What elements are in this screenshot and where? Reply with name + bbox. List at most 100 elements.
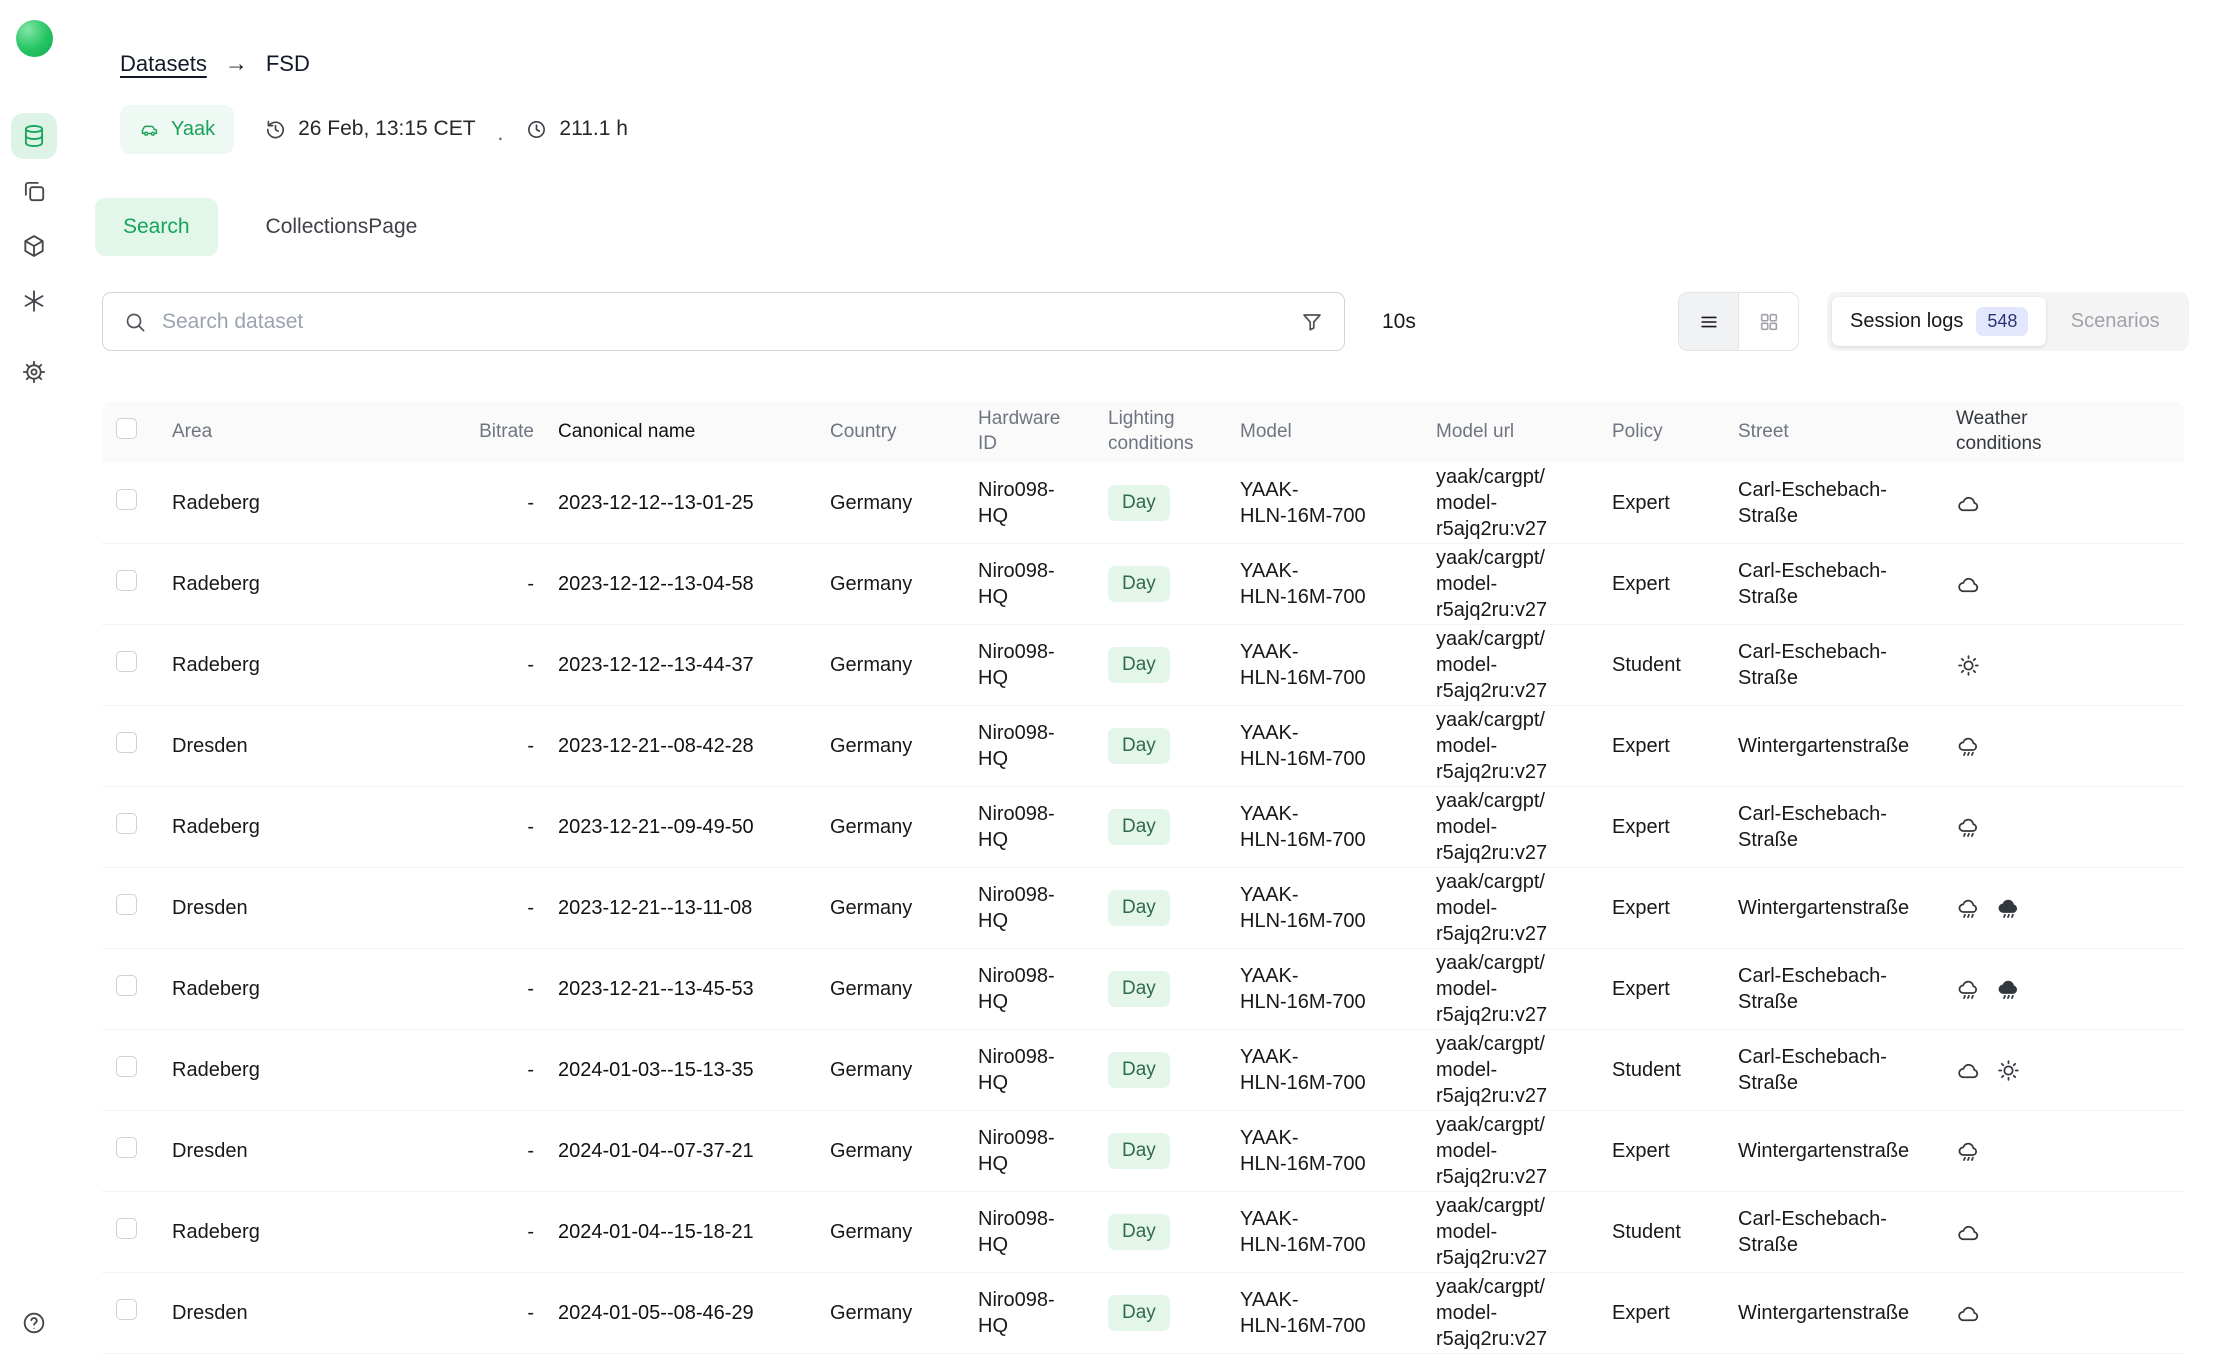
cell-hardware-id: Niro098- HQ [978,720,1108,772]
column-header-country[interactable]: Country [830,420,978,445]
cell-country: Germany [830,571,978,597]
breadcrumb-datasets-link[interactable]: Datasets [120,51,207,77]
cell-area: Dresden [172,895,454,921]
table-row[interactable]: Dresden - 2023-12-21--08-42-28 Germany N… [102,706,2184,787]
cell-model-url: yaak/cargpt/ model- r5ajq2ru:v27 [1436,545,1612,623]
sidebar-item-settings[interactable] [11,349,57,395]
table-row[interactable]: Radeberg - 2024-01-04--15-18-21 Germany … [102,1192,2184,1273]
list-view-button[interactable] [1679,293,1738,350]
cell-model-url: yaak/cargpt/ model- r5ajq2ru:v27 [1436,950,1612,1028]
row-checkbox[interactable] [116,570,137,591]
cell-lighting-conditions: Day [1108,1295,1240,1332]
cell-street: Wintergartenstraße [1738,895,1956,921]
session-logs-toggle[interactable]: Session logs 548 [1832,297,2046,346]
cell-street: Carl-Eschebach- Straße [1738,558,1956,610]
table-row[interactable]: Radeberg - 2023-12-21--09-49-50 Germany … [102,787,2184,868]
table-row[interactable]: Radeberg - 2023-12-21--13-45-53 Germany … [102,949,2184,1030]
database-icon [21,123,47,149]
cell-model: YAAK- HLN-16M-700 [1240,1044,1436,1096]
column-header-hardware[interactable]: Hardware ID [978,407,1108,456]
cell-bitrate: - [454,490,558,516]
cell-hardware-id: Niro098- HQ [978,1206,1108,1258]
column-header-lighting[interactable]: Lighting conditions [1108,407,1240,456]
row-checkbox[interactable] [116,489,137,510]
row-checkbox[interactable] [116,975,137,996]
column-header-canonical[interactable]: Canonical name [558,420,830,445]
cell-lighting-conditions: Day [1108,647,1240,684]
row-checkbox[interactable] [116,732,137,753]
filter-icon[interactable] [1300,310,1324,334]
table-row[interactable]: Radeberg - 2023-12-12--13-04-58 Germany … [102,544,2184,625]
row-checkbox[interactable] [116,813,137,834]
row-checkbox[interactable] [116,651,137,672]
cell-hardware-id: Niro098- HQ [978,558,1108,610]
sidebar-item-collections[interactable] [11,168,57,214]
cell-lighting-conditions: Day [1108,971,1240,1008]
sun-icon [1996,1058,2021,1083]
select-all-checkbox[interactable] [116,418,137,439]
column-header-policy[interactable]: Policy [1612,420,1738,445]
total-duration: 211.1 h [525,117,628,141]
table-row[interactable]: Radeberg - 2023-12-12--13-44-37 Germany … [102,625,2184,706]
column-header-bitrate[interactable]: Bitrate [454,420,558,445]
cell-country: Germany [830,1300,978,1326]
table-row[interactable]: Dresden - 2024-01-05--08-46-29 Germany N… [102,1273,2184,1354]
cell-canonical-name: 2024-01-05--08-46-29 [558,1300,830,1326]
vehicle-badge[interactable]: Yaak [120,105,234,154]
tab-search[interactable]: Search [95,198,218,256]
session-logs-count-badge: 548 [1976,307,2028,336]
table-row[interactable]: Dresden - 2023-12-21--13-11-08 Germany N… [102,868,2184,949]
row-checkbox[interactable] [116,894,137,915]
cell-country: Germany [830,652,978,678]
table-row[interactable]: Dresden - 2024-01-04--07-37-21 Germany N… [102,1111,2184,1192]
cell-lighting-conditions: Day [1108,809,1240,846]
sun-icon [1956,653,1981,678]
row-checkbox[interactable] [116,1218,137,1239]
cell-bitrate: - [454,571,558,597]
cell-country: Germany [830,976,978,1002]
cell-canonical-name: 2023-12-12--13-01-25 [558,490,830,516]
sidebar-item-help[interactable] [13,1302,55,1344]
row-checkbox[interactable] [116,1056,137,1077]
lighting-badge: Day [1108,566,1170,603]
cell-street: Carl-Eschebach- Straße [1738,801,1956,853]
sidebar-item-workflow[interactable] [11,278,57,324]
cell-lighting-conditions: Day [1108,1214,1240,1251]
cell-policy: Expert [1612,895,1738,921]
column-header-model[interactable]: Model [1240,420,1436,445]
row-select-cell [102,1299,172,1327]
cell-model: YAAK- HLN-16M-700 [1240,1287,1436,1339]
column-header-street[interactable]: Street [1738,420,1956,445]
cell-canonical-name: 2024-01-04--15-18-21 [558,1219,830,1245]
clock-history-icon [264,118,287,141]
column-header-weather[interactable]: Weather conditions [1956,407,2116,456]
cell-area: Dresden [172,733,454,759]
lighting-badge: Day [1108,728,1170,765]
cell-hardware-id: Niro098- HQ [978,963,1108,1015]
grid-view-button[interactable] [1738,293,1798,350]
scenarios-toggle[interactable]: Scenarios [2046,297,2184,346]
row-checkbox[interactable] [116,1137,137,1158]
table-row[interactable]: Radeberg - 2024-01-03--15-13-35 Germany … [102,1030,2184,1111]
sidebar-item-cube[interactable] [11,223,57,269]
cell-country: Germany [830,814,978,840]
tab-collections-page[interactable]: CollectionsPage [266,198,418,256]
cell-area: Radeberg [172,976,454,1002]
row-select-cell [102,813,172,841]
column-header-area[interactable]: Area [172,420,454,445]
app-logo[interactable] [16,20,53,57]
cell-policy: Expert [1612,1138,1738,1164]
cell-area: Radeberg [172,571,454,597]
table-row[interactable]: Radeberg - 2023-12-12--13-01-25 Germany … [102,463,2184,544]
rain-icon [1956,734,1981,759]
search-bar [102,292,1345,351]
cloud-icon [1956,1301,1981,1326]
search-input[interactable] [162,310,1285,334]
sidebar-item-database[interactable] [11,113,57,159]
cell-area: Radeberg [172,652,454,678]
cell-policy: Student [1612,1219,1738,1245]
row-select-cell [102,1137,172,1165]
column-header-modelurl[interactable]: Model url [1436,420,1612,445]
row-checkbox[interactable] [116,1299,137,1320]
cell-hardware-id: Niro098- HQ [978,801,1108,853]
